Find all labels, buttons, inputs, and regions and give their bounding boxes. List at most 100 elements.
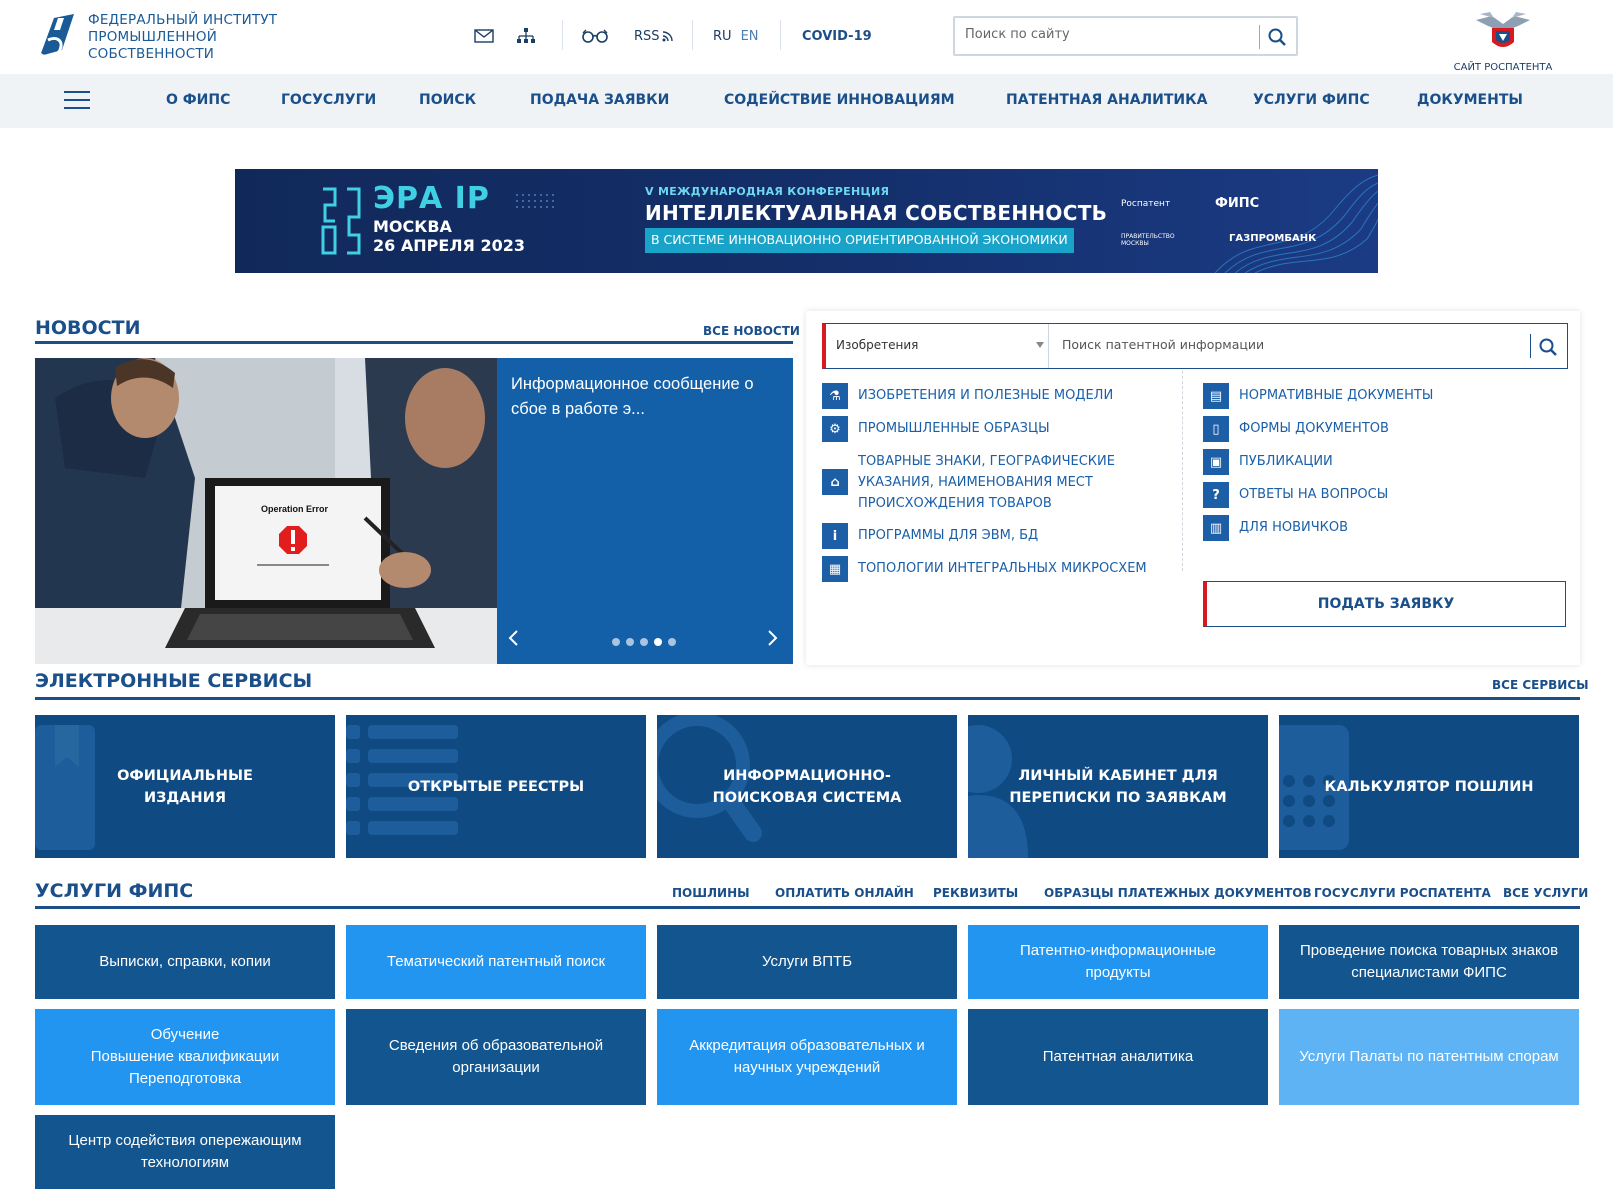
services-rule — [35, 906, 1580, 909]
eservice-label: ИНФОРМАЦИОННО-ПОИСКОВАЯ СИСТЕМА — [712, 767, 902, 806]
link-label: ОТВЕТЫ НА ВОПРОСЫ — [1239, 487, 1389, 502]
patent-search-panel: Изобретения ⚗ ИЗОБРЕТЕНИЯ И ПОЛЕЗНЫЕ МОД… — [806, 311, 1580, 665]
banner-city: МОСКВА — [373, 217, 452, 236]
partner-gazprombank: ГАЗПРОМБАНК — [1229, 233, 1317, 244]
mail-icon[interactable] — [474, 24, 494, 48]
patent-search-button[interactable] — [1535, 334, 1561, 360]
apply-button[interactable]: ПОДАТЬ ЗАЯВКУ — [1203, 581, 1566, 627]
book-open-icon: ▤ — [1203, 383, 1229, 409]
fips-logo[interactable]: ФЕДЕРАЛЬНЫЙ ИНСТИТУТ ПРОМЫШЛЕННОЙ СОБСТВ… — [34, 10, 277, 64]
nav-item-about[interactable]: О ФИПС — [166, 92, 230, 108]
service-tile[interactable]: Услуги ВПТБ — [657, 925, 957, 999]
link-topologies[interactable]: ▦ ТОПОЛОГИИ ИНТЕГРАЛЬНЫХ МИКРОСХЕМ — [822, 556, 1147, 582]
service-tile[interactable]: Выписки, справки, копии — [35, 925, 335, 999]
rospatent-link[interactable]: САЙТ РОСПАТЕНТА — [1448, 8, 1558, 73]
patent-type-select[interactable]: Изобретения — [836, 338, 1036, 352]
slider-dot[interactable] — [626, 638, 634, 646]
service-tile[interactable]: Услуги Палаты по патентным спорам — [1279, 1009, 1579, 1105]
partner-rospatent: Роспатент — [1121, 199, 1171, 209]
nav-item-search[interactable]: ПОИСК — [419, 92, 476, 108]
services-link-fees[interactable]: ПОШЛИНЫ — [672, 886, 750, 900]
era-ip-logo-icon — [321, 187, 361, 255]
service-tile[interactable]: Сведения об образовательной организации — [346, 1009, 646, 1105]
nav-item-services[interactable]: УСЛУГИ ФИПС — [1253, 92, 1370, 108]
eservice-label: КАЛЬКУЛЯТОР ПОШЛИН — [1324, 778, 1534, 795]
link-label: ФОРМЫ ДОКУМЕНТОВ — [1239, 421, 1389, 436]
patent-search-box: Изобретения — [822, 323, 1568, 369]
all-news-link[interactable]: ВСЕ НОВОСТИ — [703, 324, 800, 338]
publication-icon: ▣ — [1203, 449, 1229, 475]
eservice-fee-calculator[interactable]: КАЛЬКУЛЯТОР ПОШЛИН — [1279, 715, 1579, 858]
service-tile[interactable]: Тематический патентный поиск — [346, 925, 646, 999]
site-header: ФЕДЕРАЛЬНЫЙ ИНСТИТУТ ПРОМЫШЛЕННОЙ СОБСТВ… — [0, 0, 1613, 74]
partner-moscow-gov: ПРАВИТЕЛЬСТВО МОСКВЫ — [1121, 233, 1175, 247]
nav-item-innovation[interactable]: СОДЕЙСТВИЕ ИННОВАЦИЯМ — [724, 92, 955, 108]
link-publications[interactable]: ▣ ПУБЛИКАЦИИ — [1203, 449, 1333, 475]
news-photo[interactable]: Operation Error — [35, 358, 497, 664]
lang-switcher: RU EN — [713, 24, 759, 48]
search-divider — [1259, 25, 1260, 49]
site-search-input[interactable] — [965, 27, 1255, 42]
chevron-down-icon[interactable] — [1036, 342, 1044, 348]
patent-search-input[interactable] — [1062, 337, 1512, 352]
nav-item-apply[interactable]: ПОДАЧА ЗАЯВКИ — [530, 92, 669, 108]
slider-prev-chevron-icon[interactable] — [507, 630, 523, 646]
link-industrial-designs[interactable]: ⚙ ПРОМЫШЛЕННЫЕ ОБРАЗЦЫ — [822, 416, 1050, 442]
service-tile[interactable]: Проведение поиска товарных знаков специа… — [1279, 925, 1579, 999]
services-link-pay-online[interactable]: ОПЛАТИТЬ ОНЛАЙН — [775, 886, 914, 900]
slider-dot[interactable] — [612, 638, 620, 646]
eservice-official-publications[interactable]: ОФИЦИАЛЬНЫЕ ИЗДАНИЯ — [35, 715, 335, 858]
eservice-personal-cabinet[interactable]: ЛИЧНЫЙ КАБИНЕТ ДЛЯ ПЕРЕПИСКИ ПО ЗАЯВКАМ — [968, 715, 1268, 858]
service-tile[interactable]: Патентная аналитика — [968, 1009, 1268, 1105]
site-search — [953, 16, 1298, 56]
rss-icon — [662, 30, 673, 41]
conference-banner[interactable]: ЭРА IP МОСКВА 26 АПРЕЛЯ 2023 V МЕЖДУНАРО… — [235, 169, 1378, 273]
link-software[interactable]: i ПРОГРАММЫ ДЛЯ ЭВМ, БД — [822, 523, 1038, 549]
service-tile[interactable]: Обучение Повышение квалификации Переподг… — [35, 1009, 335, 1105]
eservices-rule — [35, 697, 1580, 700]
link-normative-docs[interactable]: ▤ НОРМАТИВНЫЕ ДОКУМЕНТЫ — [1203, 383, 1433, 409]
logo-text: ФЕДЕРАЛЬНЫЙ ИНСТИТУТ ПРОМЫШЛЕННОЙ СОБСТВ… — [88, 12, 277, 63]
link-label: ТОВАРНЫЕ ЗНАКИ, ГЕОГРАФИЧЕСКИЕ УКАЗАНИЯ,… — [858, 454, 1115, 511]
all-services-link[interactable]: ВСЕ СЕРВИСЫ — [1492, 678, 1589, 692]
link-doc-forms[interactable]: ▯ ФОРМЫ ДОКУМЕНТОВ — [1203, 416, 1389, 442]
banner-city-date: МОСКВА 26 АПРЕЛЯ 2023 — [373, 217, 525, 255]
link-label: ПРОМЫШЛЕННЫЕ ОБРАЗЦЫ — [858, 421, 1050, 436]
slider-next-chevron-icon[interactable] — [767, 630, 783, 646]
rospatent-label: САЙТ РОСПАТЕНТА — [1453, 62, 1553, 73]
services-link-rospatent-gosuslugi[interactable]: ГОСУСЛУГИ РОСПАТЕНТА — [1314, 886, 1491, 900]
nav-item-documents[interactable]: ДОКУМЕНТЫ — [1417, 92, 1523, 108]
accessibility-glasses-icon[interactable] — [582, 24, 608, 48]
banner-date: 26 АПРЕЛЯ 2023 — [373, 236, 525, 255]
slider-dot[interactable] — [640, 638, 648, 646]
nav-item-analytics[interactable]: ПАТЕНТНАЯ АНАЛИТИКА — [1006, 92, 1207, 108]
service-tile[interactable]: Центр содействия опережающим технологиям — [35, 1115, 335, 1189]
covid-link[interactable]: COVID-19 — [802, 24, 872, 48]
news-item-text[interactable]: Информационное сообщение о сбое в работе… — [511, 372, 776, 422]
lang-ru[interactable]: RU — [713, 29, 732, 44]
slider-dot[interactable] — [668, 638, 676, 646]
search-divider — [1530, 334, 1531, 358]
link-trademarks[interactable]: ⌂ ТОВАРНЫЕ ЗНАКИ, ГЕОГРАФИЧЕСКИЕ УКАЗАНИ… — [822, 449, 1122, 514]
sitemap-icon[interactable] — [517, 24, 535, 48]
eservice-open-registers[interactable]: ОТКРЫТЫЕ РЕЕСТРЫ — [346, 715, 646, 858]
book-icon: ▥ — [1203, 515, 1229, 541]
nav-item-gosuslugi[interactable]: ГОСУСЛУГИ — [281, 92, 376, 108]
menu-hamburger-icon[interactable] — [64, 91, 90, 111]
document-icon: ▯ — [1203, 416, 1229, 442]
service-tile[interactable]: Аккредитация образовательных и научных у… — [657, 1009, 957, 1105]
link-inventions[interactable]: ⚗ ИЗОБРЕТЕНИЯ И ПОЛЕЗНЫЕ МОДЕЛИ — [822, 383, 1113, 409]
rss-link[interactable]: RSS — [634, 24, 673, 48]
tower-icon: ⌂ — [822, 469, 848, 495]
link-beginners[interactable]: ▥ ДЛЯ НОВИЧКОВ — [1203, 515, 1348, 541]
site-search-button[interactable] — [1264, 24, 1290, 50]
link-faq[interactable]: ? ОТВЕТЫ НА ВОПРОСЫ — [1203, 482, 1388, 508]
logo-line-1: ФЕДЕРАЛЬНЫЙ ИНСТИТУТ — [88, 11, 278, 28]
services-link-payment-samples[interactable]: ОБРАЗЦЫ ПЛАТЕЖНЫХ ДОКУМЕНТОВ — [1044, 886, 1312, 900]
lang-en[interactable]: EN — [741, 29, 759, 44]
eservice-search-system[interactable]: ИНФОРМАЦИОННО-ПОИСКОВАЯ СИСТЕМА — [657, 715, 957, 858]
service-tile[interactable]: Патентно-информационные продукты — [968, 925, 1268, 999]
services-link-all[interactable]: ВСЕ УСЛУГИ — [1503, 886, 1588, 900]
services-link-requisites[interactable]: РЕКВИЗИТЫ — [933, 886, 1018, 900]
slider-dot-active[interactable] — [654, 638, 662, 646]
